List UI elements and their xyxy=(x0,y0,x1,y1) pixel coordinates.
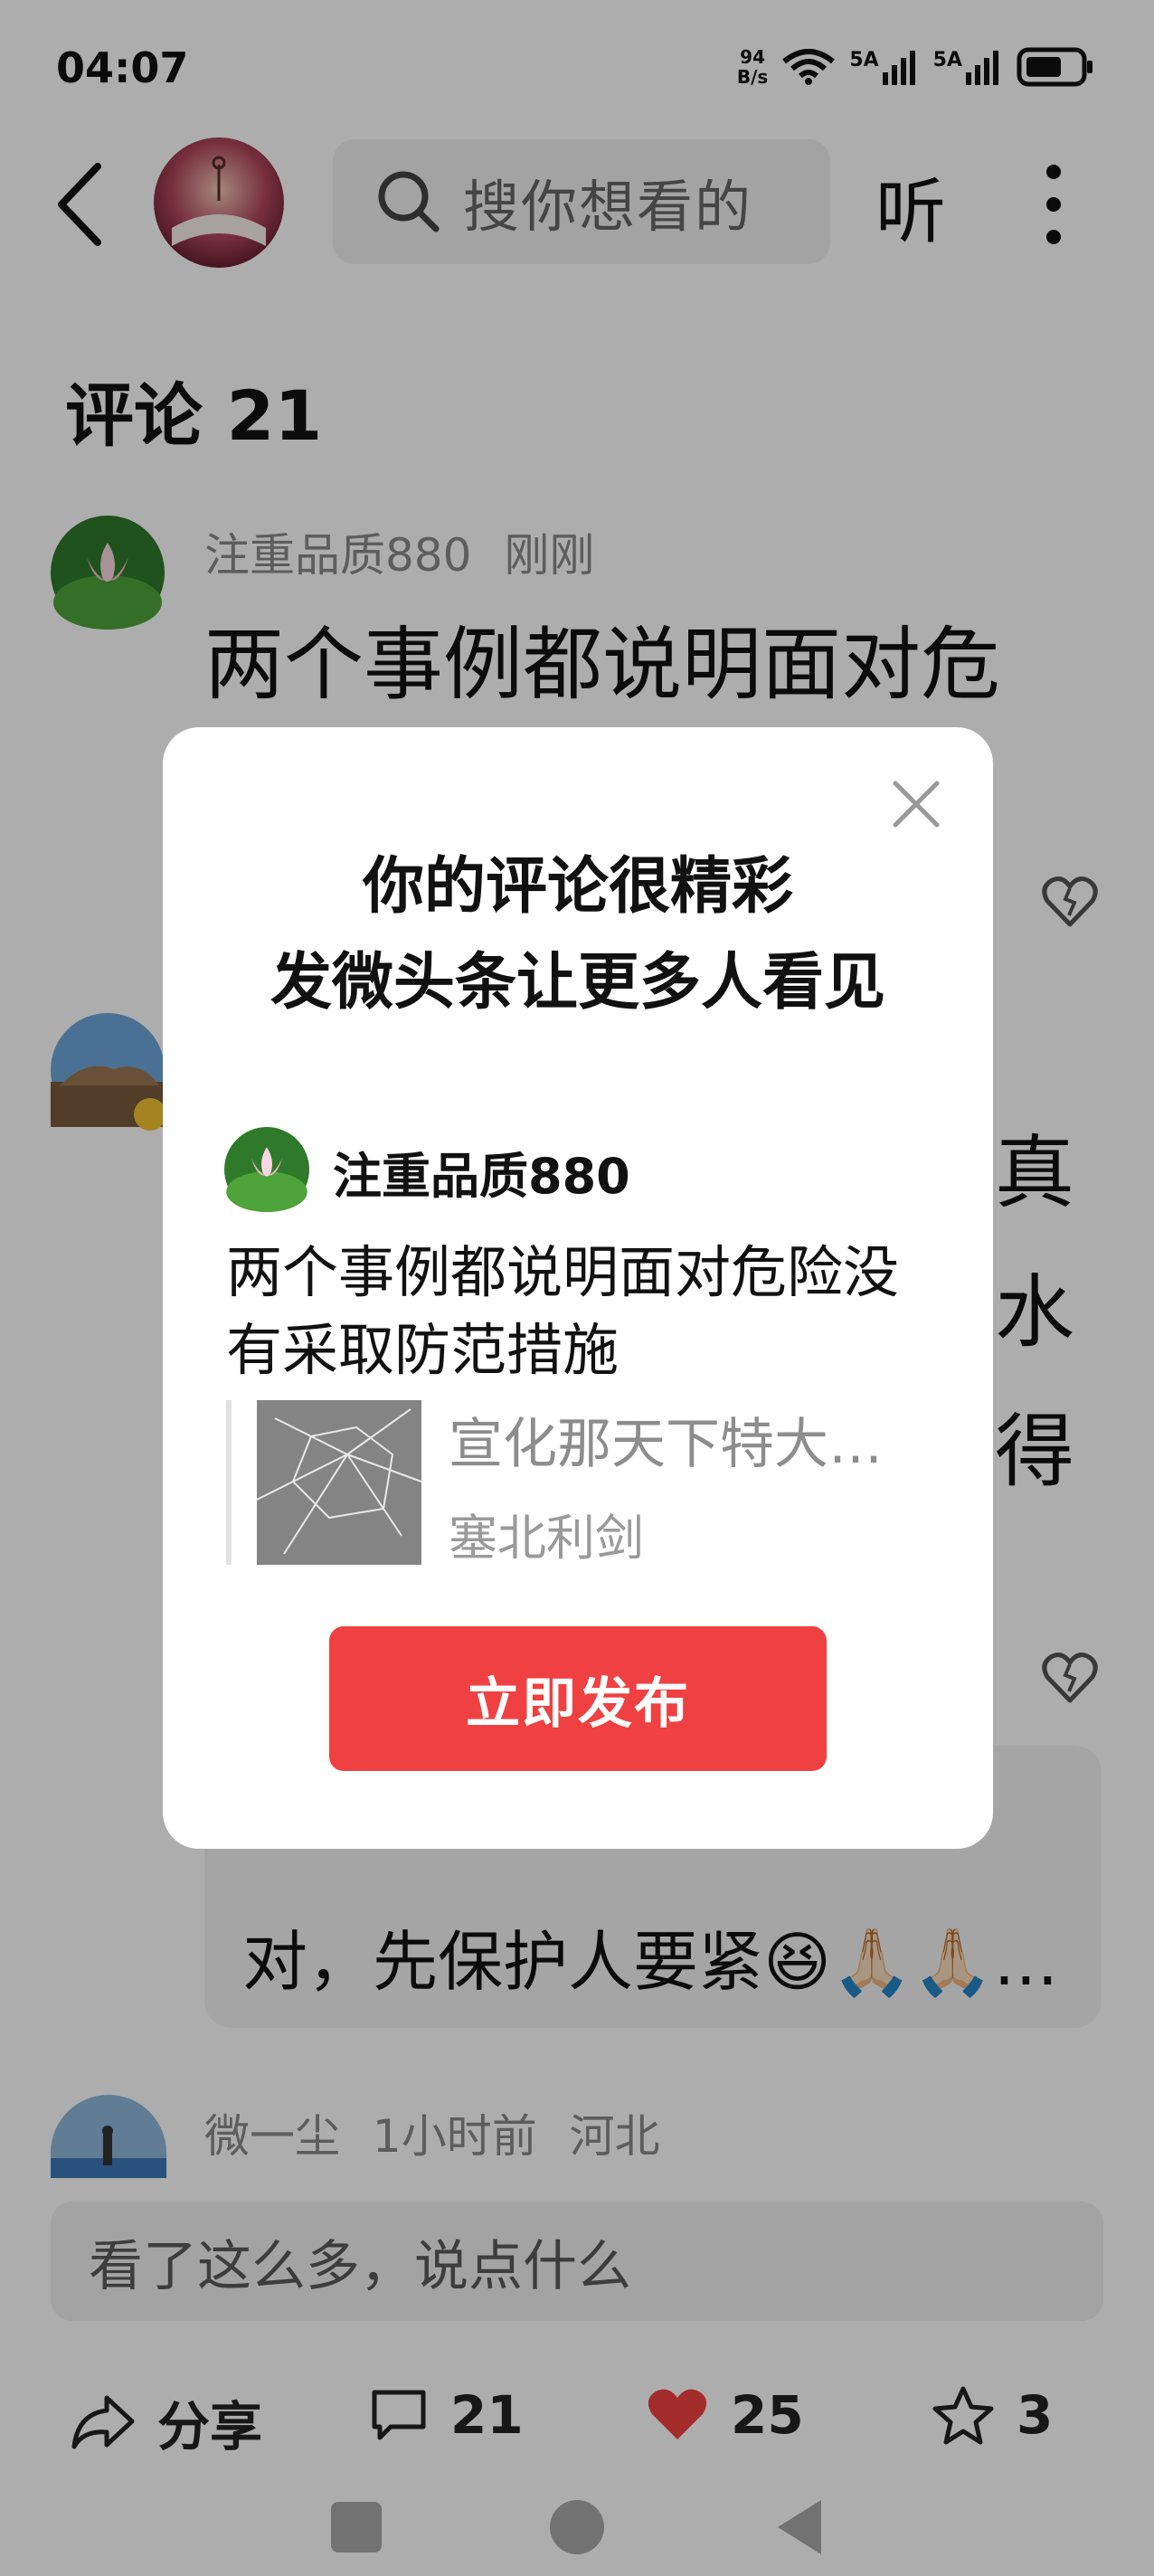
close-icon[interactable] xyxy=(892,780,941,829)
article-title: 宣化那天下特大… xyxy=(449,1413,883,1476)
dialog-subtitle: 发微头条让更多人看见 xyxy=(270,947,885,1018)
publish-button[interactable]: 立即发布 xyxy=(329,1626,827,1771)
user-avatar xyxy=(224,1127,309,1212)
dialog-title: 你的评论很精彩 xyxy=(362,851,793,923)
article-author: 塞北利剑 xyxy=(449,1510,644,1567)
article-thumbnail xyxy=(257,1400,421,1565)
quote-bar xyxy=(226,1400,232,1565)
dialog-username: 注重品质880 xyxy=(333,1148,630,1205)
share-dialog: 你的评论很精彩 发微头条让更多人看见 注重品质880 两个事例都说明面对危险没有… xyxy=(163,727,993,1849)
dialog-comment-text: 两个事例都说明面对危险没有采取防范措施 xyxy=(226,1239,900,1383)
